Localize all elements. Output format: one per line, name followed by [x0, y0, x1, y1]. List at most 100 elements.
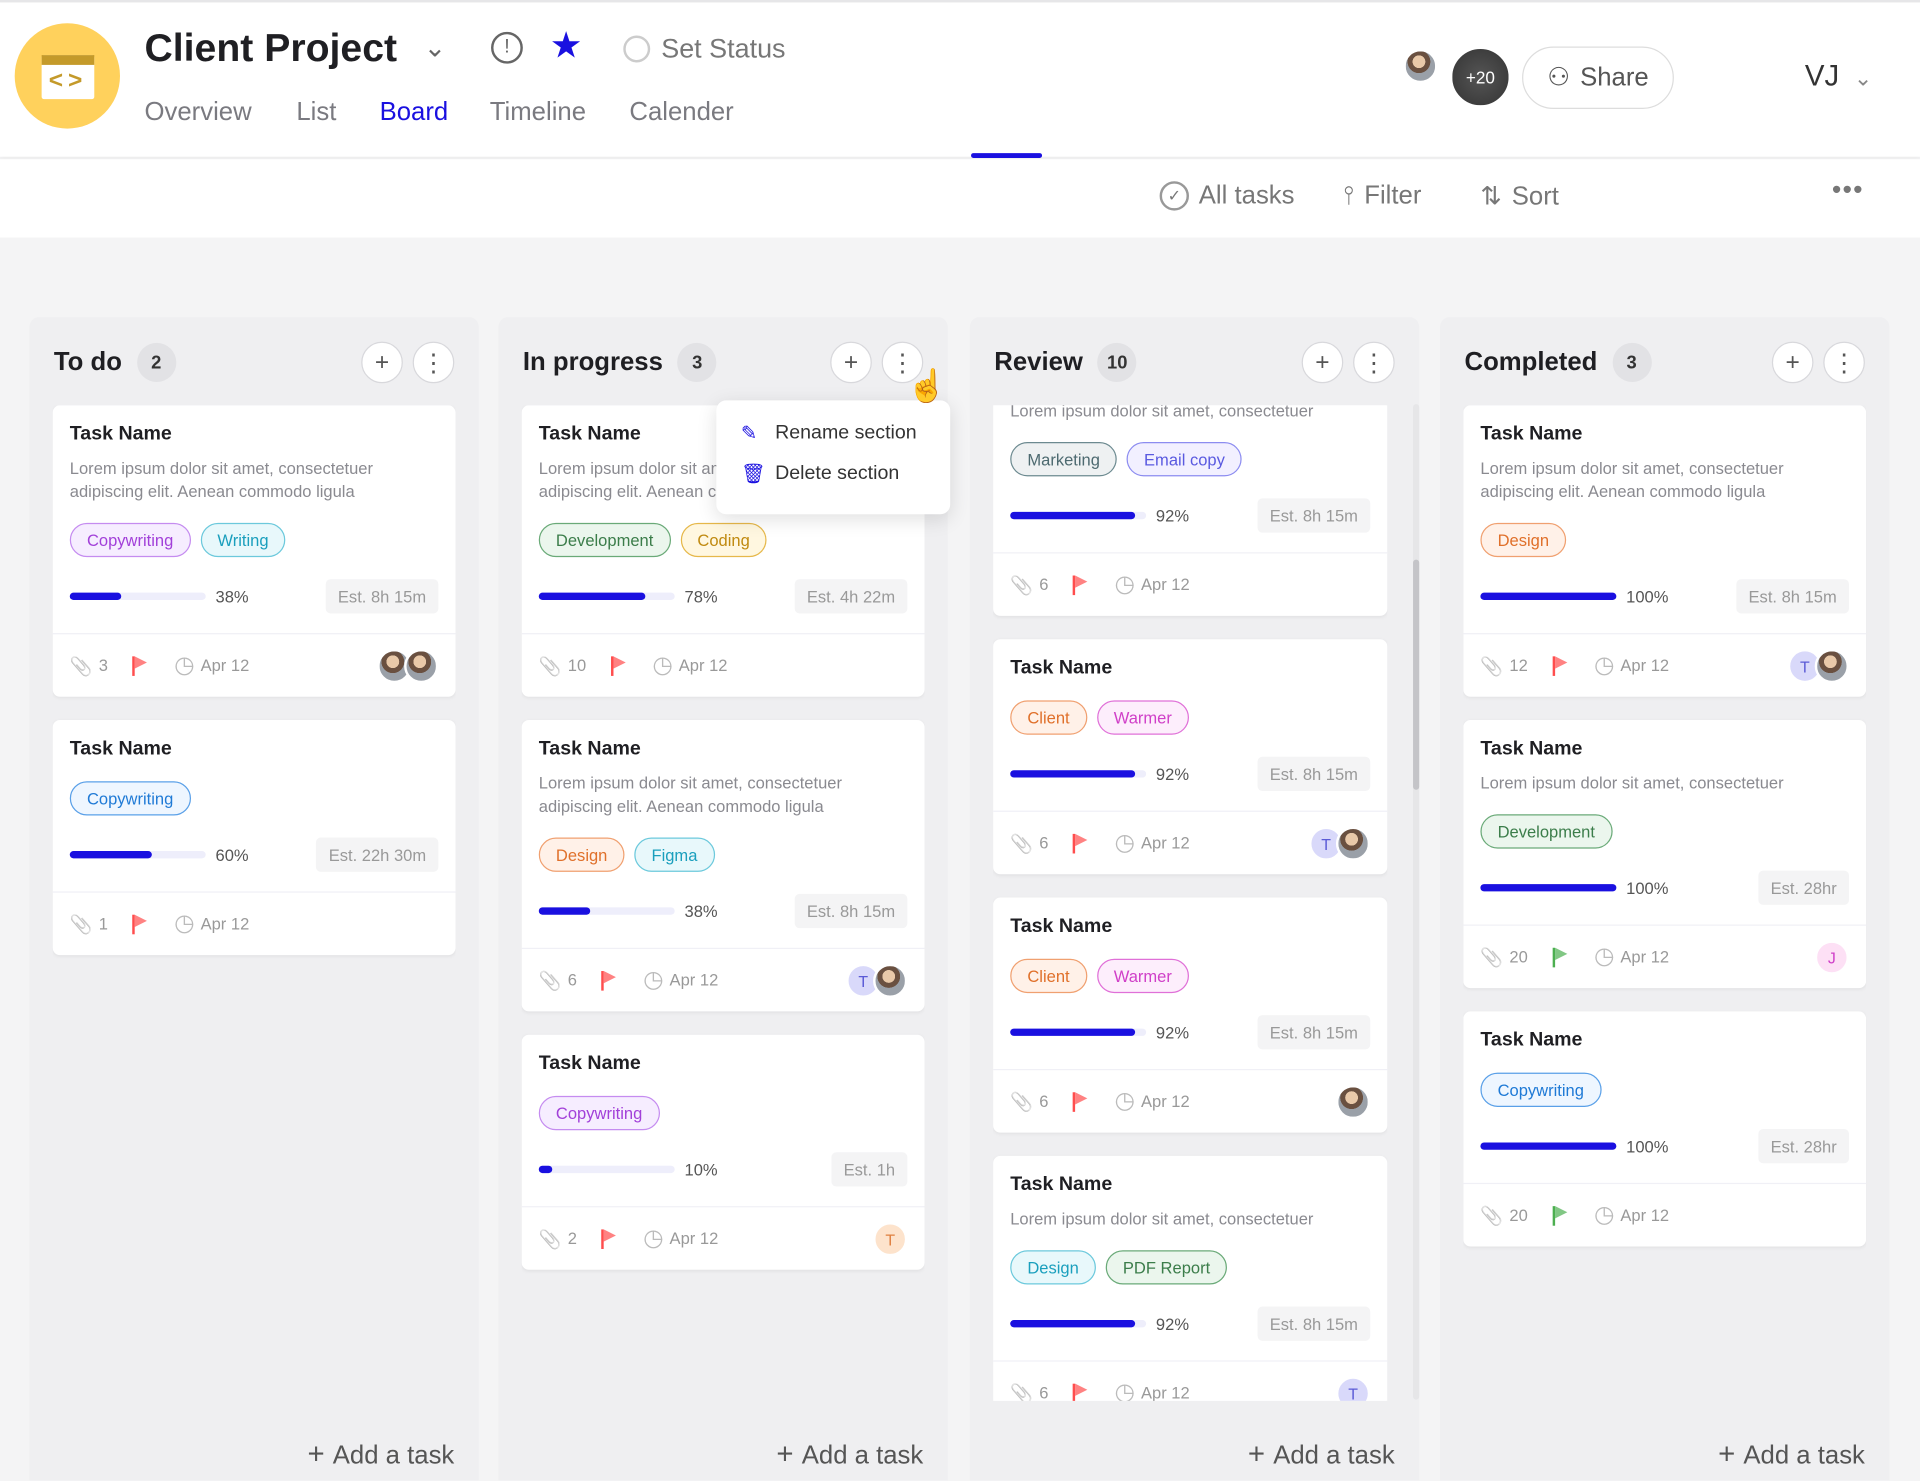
flag-icon[interactable] — [1072, 1383, 1090, 1401]
task-card[interactable]: Task Name Copywriting 100% Est. 28hr 📎 20 ◷ Apr… — [1463, 1011, 1867, 1247]
delete-section-item[interactable]: 🗑 Delete section — [741, 453, 950, 493]
all-tasks-button[interactable]: ✓ All tasks — [1159, 181, 1295, 211]
task-card[interactable]: Task NameLorem ipsum dolor sit amet, con… — [993, 1155, 1388, 1401]
tab-list[interactable]: List — [296, 98, 336, 127]
tag-list: Design — [1480, 522, 1849, 558]
assignee-avatar[interactable] — [1335, 826, 1371, 861]
tag[interactable]: Writing — [200, 522, 286, 558]
attachment-count: 6 — [1039, 833, 1049, 853]
add-card-button[interactable]: + — [830, 341, 872, 384]
add-card-button[interactable]: + — [1301, 341, 1344, 384]
flag-icon[interactable] — [1072, 833, 1090, 853]
scrollbar-thumb[interactable] — [1413, 559, 1420, 790]
tag-list: Development Coding — [538, 522, 908, 558]
add-task-button[interactable]: + Add a task — [776, 1438, 923, 1472]
column-header: To do 2 + ⋮ — [54, 341, 455, 384]
progress-percent: 38% — [684, 901, 718, 921]
flag-icon[interactable] — [1072, 1091, 1090, 1112]
tab-board[interactable]: Board — [380, 98, 449, 127]
assignee-initial-avatar[interactable]: J — [1814, 940, 1849, 975]
flag-icon[interactable] — [1552, 655, 1569, 676]
flag-icon[interactable] — [132, 914, 149, 934]
tag[interactable]: Client — [1010, 700, 1087, 735]
due-date: Apr 12 — [1140, 1383, 1190, 1401]
set-status-button[interactable]: Set Status — [661, 33, 785, 65]
flag-icon[interactable] — [1552, 1205, 1569, 1226]
task-card[interactable]: Task NameLorem ipsum dolor sit amet, con… — [1463, 720, 1867, 989]
tag[interactable]: Copywriting — [69, 522, 191, 558]
assignee-initial-avatar[interactable]: T — [873, 1222, 908, 1257]
tag[interactable]: Design — [1010, 1250, 1096, 1285]
flag-icon[interactable] — [601, 970, 618, 991]
task-card[interactable]: Task Name Client Warmer 92% Est. 8h 15m 📎 6 ◷ Ap… — [993, 897, 1388, 1133]
add-task-button[interactable]: + Add a task — [1718, 1438, 1865, 1472]
review-scrollbar[interactable] — [1413, 404, 1420, 1400]
add-task-button[interactable]: + Add a task — [307, 1438, 454, 1472]
more-options-icon[interactable]: ••• — [1832, 174, 1864, 206]
column-menu-button[interactable]: ⋮ — [1823, 341, 1865, 384]
task-card[interactable]: Task Name Copywriting 60% Est. 22h 30m 📎 1 ◷ Ap… — [52, 720, 456, 956]
tag[interactable]: Copywriting — [1480, 1072, 1602, 1107]
member-avatar[interactable] — [1403, 48, 1438, 84]
add-card-button[interactable]: + — [1771, 341, 1814, 384]
progress-fill — [1010, 1028, 1136, 1036]
assignee-avatar[interactable] — [1335, 1084, 1371, 1120]
tag-list: Copywriting Writing — [69, 522, 439, 558]
tag[interactable]: Design — [1480, 522, 1567, 558]
estimate-badge: Est. 28hr — [1758, 1128, 1849, 1164]
tag[interactable]: Marketing — [1010, 442, 1118, 477]
clock-icon: ◷ — [1114, 830, 1135, 856]
flag-icon[interactable] — [610, 655, 628, 676]
column-menu-button[interactable]: ⋮ — [412, 341, 455, 384]
star-icon[interactable]: ★ — [550, 24, 583, 67]
tag[interactable]: Development — [538, 522, 671, 558]
tab-timeline[interactable]: Timeline — [490, 98, 586, 127]
tag[interactable]: PDF Report — [1105, 1250, 1228, 1285]
flag-icon[interactable] — [1552, 947, 1569, 967]
assignee-avatar[interactable] — [404, 648, 439, 684]
chevron-down-icon[interactable]: ⌄ — [424, 32, 447, 64]
add-card-button[interactable]: + — [361, 341, 403, 384]
tab-overview[interactable]: Overview — [144, 98, 251, 127]
status-circle-icon[interactable] — [623, 35, 651, 63]
hand-cursor-icon: ☝ — [907, 367, 947, 405]
tag[interactable]: Development — [1480, 814, 1613, 849]
add-task-button[interactable]: + Add a task — [1248, 1438, 1395, 1472]
tag-list: Client Warmer — [1010, 700, 1370, 735]
pencil-icon: ✎ — [740, 423, 758, 444]
tab-calender[interactable]: Calender — [629, 98, 733, 127]
filter-button[interactable]: ⫯ Filter — [1343, 181, 1421, 210]
tag[interactable]: Copywriting — [69, 781, 191, 816]
tag[interactable]: Client — [1010, 958, 1087, 994]
sort-button[interactable]: ⇅ Sort — [1480, 181, 1559, 212]
plus-icon: + — [307, 1437, 333, 1471]
tag[interactable]: Email copy — [1126, 442, 1243, 477]
tag[interactable]: Warmer — [1096, 958, 1190, 994]
tag[interactable]: Coding — [680, 522, 767, 558]
share-button[interactable]: ⚇ Share — [1522, 46, 1674, 109]
task-card[interactable]: Task NameLorem ipsum dolor sit amet, con… — [52, 405, 456, 697]
assignee-initial-avatar[interactable]: T — [1335, 1376, 1371, 1401]
clock-icon: ◷ — [643, 967, 664, 994]
flag-icon[interactable] — [601, 1228, 618, 1249]
column-menu-button[interactable]: ⋮ — [1353, 341, 1395, 384]
task-card[interactable]: Task NameLorem ipsum dolor sit amet, con… — [1463, 405, 1867, 697]
tag[interactable]: Design — [538, 837, 625, 872]
more-members-avatar[interactable]: +20 — [1449, 46, 1512, 108]
task-card[interactable]: Task Name Copywriting 10% Est. 1h 📎 2 ◷ Apr 12 T — [521, 1034, 925, 1270]
due-date: Apr 12 — [1620, 1206, 1670, 1225]
user-menu[interactable]: VJ ⌄ — [1805, 60, 1872, 94]
rename-section-item[interactable]: ✎ Rename section — [741, 413, 950, 453]
task-card[interactable]: Task NameLorem ipsum dolor sit amet, con… — [993, 405, 1388, 616]
info-alert-icon[interactable]: ! — [491, 31, 523, 64]
flag-icon[interactable] — [1072, 574, 1090, 595]
assignee-avatar[interactable] — [873, 963, 908, 998]
assignee-avatar[interactable] — [1814, 648, 1849, 684]
tag[interactable]: Copywriting — [538, 1095, 660, 1131]
progress-bar — [1480, 592, 1617, 601]
tag[interactable]: Figma — [634, 837, 715, 872]
task-card[interactable]: Task Name Client Warmer 92% Est. 8h 15m 📎 6 ◷ Ap… — [993, 639, 1388, 875]
task-card[interactable]: Task NameLorem ipsum dolor sit amet, con… — [521, 720, 925, 1012]
flag-icon[interactable] — [132, 655, 149, 676]
tag[interactable]: Warmer — [1096, 700, 1190, 735]
